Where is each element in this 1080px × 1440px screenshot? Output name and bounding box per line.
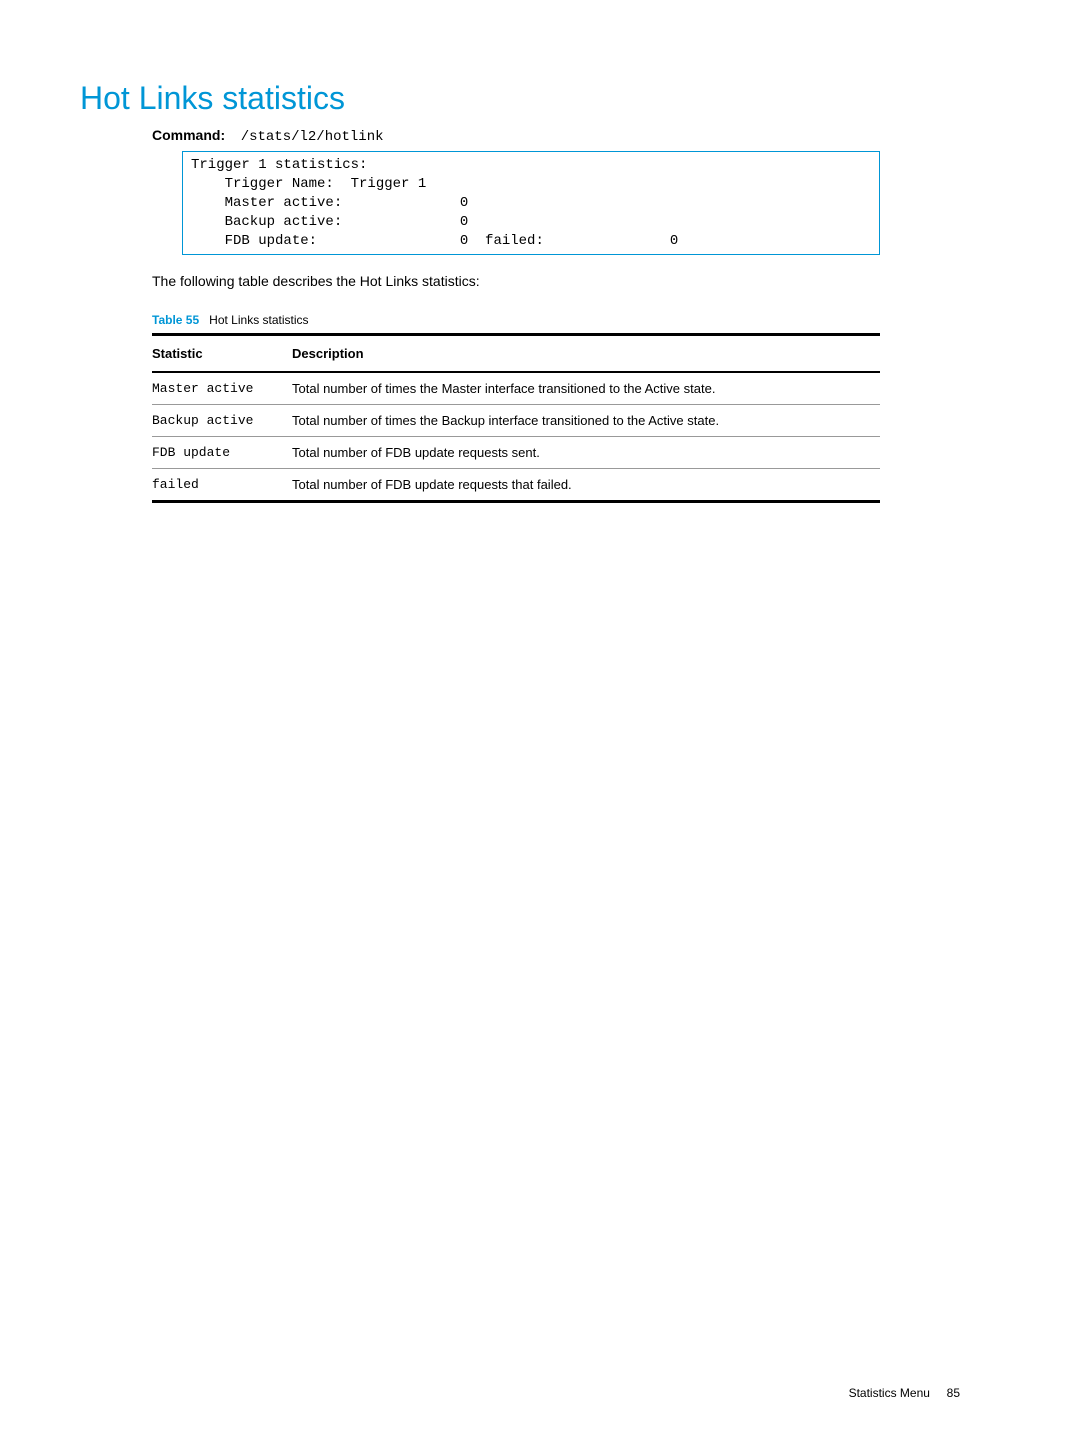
footer-page-number: 85: [947, 1386, 960, 1400]
cell-statistic: FDB update: [152, 437, 292, 469]
page-title: Hot Links statistics: [80, 80, 1000, 117]
command-label: Command:: [152, 127, 225, 143]
command-path: /stats/l2/hotlink: [241, 129, 384, 145]
table-row: FDB update Total number of FDB update re…: [152, 437, 880, 469]
table-caption-spacer: [202, 313, 205, 327]
cell-description: Total number of FDB update requests that…: [292, 469, 880, 502]
table-caption-label: Table 55: [152, 313, 199, 327]
header-description: Description: [292, 335, 880, 373]
table-header-row: Statistic Description: [152, 335, 880, 373]
table-caption-text: Hot Links statistics: [209, 313, 308, 327]
command-line: Command: /stats/l2/hotlink: [152, 127, 1000, 145]
footer-spacer: [933, 1386, 943, 1400]
stats-table: Statistic Description Master active Tota…: [152, 333, 880, 503]
cell-statistic: failed: [152, 469, 292, 502]
header-statistic: Statistic: [152, 335, 292, 373]
footer-text: Statistics Menu: [849, 1386, 930, 1400]
footer: Statistics Menu 85: [849, 1386, 960, 1400]
table-caption: Table 55 Hot Links statistics: [152, 313, 1000, 327]
table-row: failed Total number of FDB update reques…: [152, 469, 880, 502]
table-row: Master active Total number of times the …: [152, 372, 880, 405]
cell-description: Total number of times the Master interfa…: [292, 372, 880, 405]
cell-description: Total number of times the Backup interfa…: [292, 405, 880, 437]
cell-statistic: Backup active: [152, 405, 292, 437]
description-text: The following table describes the Hot Li…: [152, 273, 1000, 289]
cell-statistic: Master active: [152, 372, 292, 405]
code-block: Trigger 1 statistics: Trigger Name: Trig…: [182, 151, 880, 255]
table-row: Backup active Total number of times the …: [152, 405, 880, 437]
command-spacer: [229, 127, 237, 143]
cell-description: Total number of FDB update requests sent…: [292, 437, 880, 469]
